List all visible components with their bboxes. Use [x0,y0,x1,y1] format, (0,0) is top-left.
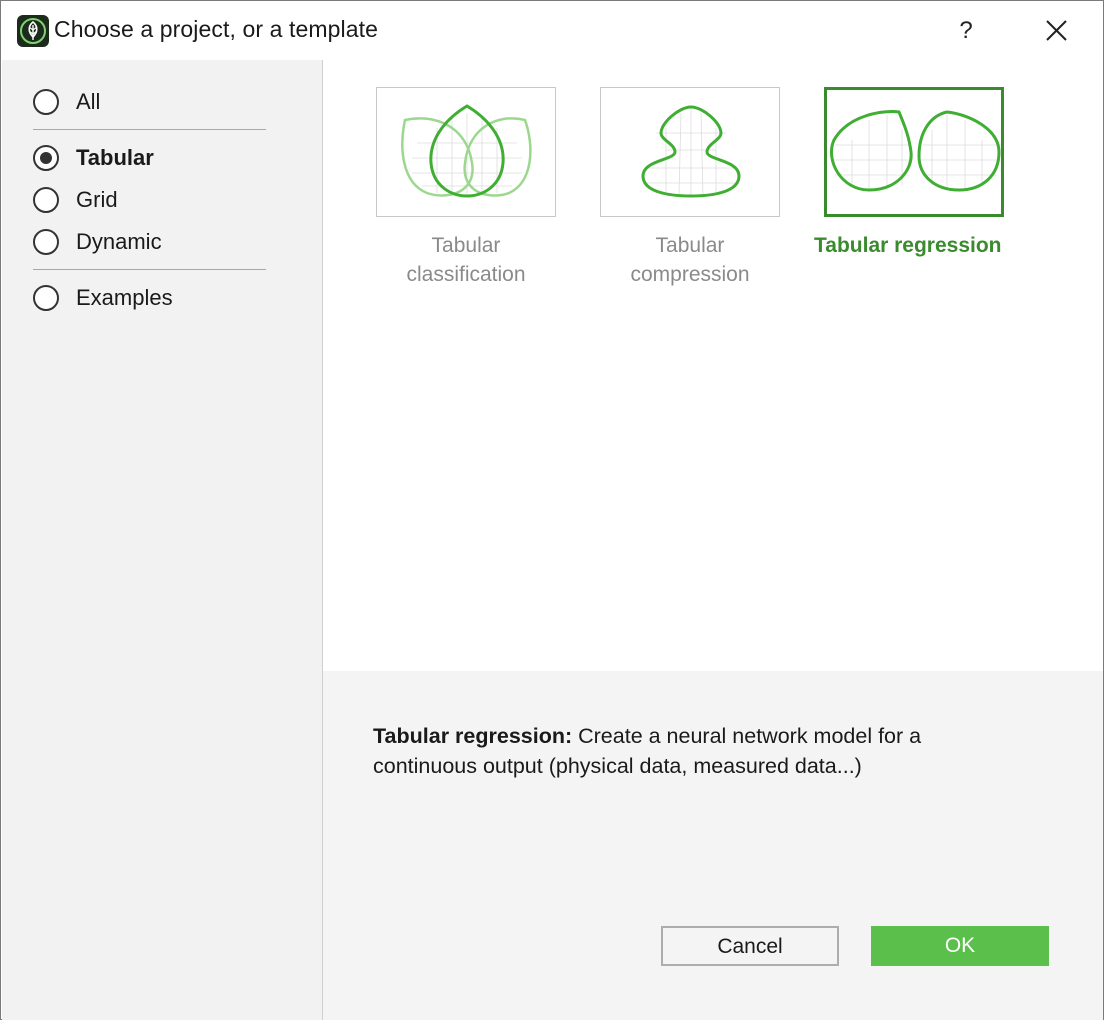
radio-button[interactable] [33,229,59,255]
template-gallery: Tabular classification Tabular compressi… [323,60,1103,671]
radio-grid[interactable]: Grid [33,185,118,215]
template-label-line1: Tabular [431,234,501,257]
compression-vase-icon [641,105,741,198]
radio-tabular[interactable]: Tabular [33,143,154,173]
radio-dynamic[interactable]: Dynamic [33,227,162,257]
template-label: Tabular classification [356,231,576,289]
template-label-selected: Tabular regression [814,234,1002,257]
window-title: Choose a project, or a template [54,16,378,42]
radio-button[interactable] [33,285,59,311]
template-label: Tabular compression [580,231,800,289]
radio-label-all: All [76,89,101,114]
template-label-line1: Tabular [655,234,725,257]
regression-leaves-icon [830,110,1001,192]
ok-button[interactable]: OK [871,926,1049,966]
sidebar-divider [33,129,266,130]
template-tabular-regression[interactable]: Tabular regression [814,87,1004,297]
radio-button-checked[interactable] [33,145,59,171]
radio-examples[interactable]: Examples [33,283,173,313]
dialog-window: Choose a project, or a template ? All Ta… [0,0,1104,1020]
close-button[interactable] [1038,14,1074,48]
description-panel: Tabular regression: Create a neural netw… [323,671,1103,1020]
radio-label-tabular: Tabular [76,145,154,170]
cancel-button[interactable]: Cancel [661,926,839,966]
radio-label-grid: Grid [76,187,118,212]
template-label-line2: compression [630,263,750,286]
radio-button[interactable] [33,187,59,213]
template-description: Tabular regression: Create a neural netw… [373,721,1013,781]
close-icon [1046,20,1067,41]
sidebar-divider [33,269,266,270]
radio-button[interactable] [33,89,59,115]
template-thumbnail-selected[interactable] [824,87,1004,217]
radio-label-examples: Examples [76,285,173,310]
help-button[interactable]: ? [950,14,982,48]
title-bar: Choose a project, or a template ? [2,2,1102,60]
template-thumbnail[interactable] [376,87,556,217]
template-thumbnail[interactable] [600,87,780,217]
template-tabular-classification[interactable]: Tabular classification [376,87,556,297]
template-tabular-compression[interactable]: Tabular compression [600,87,780,297]
description-title: Tabular regression: [373,724,573,748]
template-label-line2: classification [406,263,526,286]
radio-all[interactable]: All [33,87,100,117]
radio-label-dynamic: Dynamic [76,229,162,254]
category-sidebar: All Tabular Grid Dynamic Examples [2,60,323,1020]
classification-leaves-icon [401,104,532,198]
leaf-app-icon [17,15,49,47]
